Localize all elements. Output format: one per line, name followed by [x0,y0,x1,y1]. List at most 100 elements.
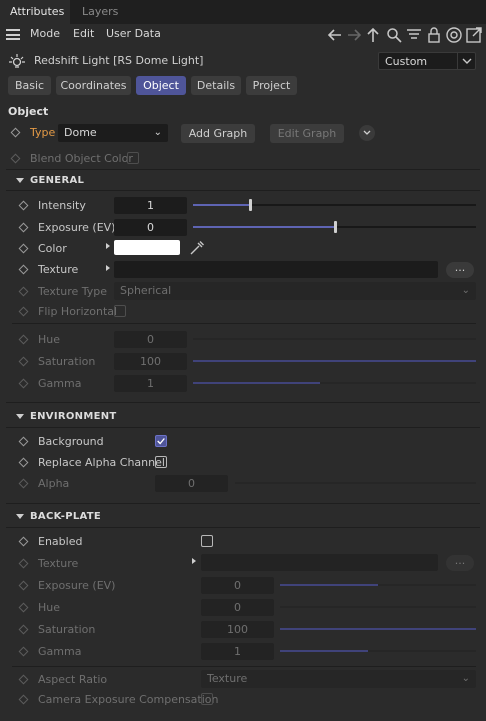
bp-exposure-field[interactable]: 0 [201,577,274,594]
bp-saturation-label: Saturation [38,623,96,636]
target-icon[interactable] [445,26,463,44]
alpha-label: Alpha [38,477,70,490]
keyframe-diamond-icon[interactable] [18,694,29,705]
edit-graph-button[interactable]: Edit Graph [270,124,344,143]
arrow-right-icon[interactable] [345,26,363,44]
keyframe-diamond-icon[interactable] [18,334,29,345]
exposure-slider[interactable] [193,221,476,233]
keyframe-diamond-icon[interactable] [18,222,29,233]
keyframe-diamond-icon[interactable] [10,153,21,164]
hue-slider[interactable] [193,338,476,340]
keyframe-diamond-icon[interactable] [18,624,29,635]
saturation-field[interactable]: 100 [114,353,187,370]
divider [6,427,480,428]
graph-options-button[interactable] [359,125,375,141]
keyframe-diamond-icon[interactable] [10,127,21,138]
blend-object-color-checkbox[interactable] [127,152,139,164]
replace-alpha-checkbox[interactable] [155,456,167,468]
slider-handle[interactable] [333,221,337,233]
background-label: Background [38,435,104,448]
hamburger-icon[interactable] [6,29,20,40]
hue-field[interactable]: 0 [114,331,187,348]
expand-arrow-icon[interactable] [106,265,110,271]
new-window-icon[interactable] [465,26,483,44]
lock-icon[interactable] [425,26,443,44]
type-value: Dome [64,126,97,139]
section-object-heading: Object [8,105,49,118]
camera-exposure-comp-checkbox[interactable] [201,693,213,705]
bp-gamma-field[interactable]: 1 [201,643,274,660]
bp-saturation-field[interactable]: 100 [201,621,274,638]
bp-gamma-label: Gamma [38,645,82,658]
keyframe-diamond-icon[interactable] [18,356,29,367]
alpha-field[interactable]: 0 [155,475,228,492]
menu-user-data[interactable]: User Data [106,27,161,40]
eyedropper-icon[interactable] [188,239,206,257]
chevron-down-icon: ⌄ [153,127,162,138]
enabled-checkbox[interactable] [201,535,213,547]
alpha-slider[interactable] [235,482,476,484]
keyframe-diamond-icon[interactable] [18,457,29,468]
arrow-left-icon[interactable] [326,26,344,44]
background-checkbox[interactable] [155,435,167,447]
collapse-triangle-icon[interactable] [16,414,24,419]
bp-gamma-slider[interactable] [280,650,476,652]
keyframe-diamond-icon[interactable] [18,264,29,275]
bp-saturation-slider[interactable] [280,628,476,630]
preset-dropdown[interactable]: Custom [378,52,476,70]
search-icon[interactable] [385,26,403,44]
keyframe-diamond-icon[interactable] [18,378,29,389]
type-dropdown[interactable]: Dome ⌄ [58,124,168,142]
keyframe-diamond-icon[interactable] [18,243,29,254]
divider [6,503,480,504]
slider-handle[interactable] [248,199,252,211]
bp-hue-slider[interactable] [280,606,476,608]
divider [6,527,480,528]
texture-type-dropdown[interactable]: Spherical ⌄ [114,282,476,300]
keyframe-diamond-icon[interactable] [18,306,29,317]
tab-project[interactable]: Project [246,76,297,95]
aspect-ratio-dropdown[interactable]: Texture ⌄ [201,670,476,688]
light-bulb-icon [8,52,26,70]
menu-edit[interactable]: Edit [73,27,94,40]
tab-details[interactable]: Details [191,76,241,95]
arrow-up-icon[interactable] [364,26,382,44]
exposure-field[interactable]: 0 [114,219,187,236]
chevron-down-icon [363,130,371,135]
expand-arrow-icon[interactable] [106,243,110,249]
gamma-field[interactable]: 1 [114,375,187,392]
gamma-slider[interactable] [193,382,476,384]
expand-arrow-icon[interactable] [192,558,196,564]
tab-basic[interactable]: Basic [8,76,51,95]
keyframe-diamond-icon[interactable] [18,558,29,569]
saturation-slider[interactable] [193,360,476,362]
tab-object[interactable]: Object [136,76,186,95]
flip-horizontal-checkbox[interactable] [114,305,126,317]
keyframe-diamond-icon[interactable] [18,478,29,489]
add-graph-button[interactable]: Add Graph [181,124,255,143]
bp-texture-browse-button[interactable]: ... [446,555,474,571]
keyframe-diamond-icon[interactable] [18,646,29,657]
intensity-field[interactable]: 1 [114,197,187,214]
texture-browse-button[interactable]: ... [446,262,474,278]
intensity-slider[interactable] [193,199,476,211]
keyframe-diamond-icon[interactable] [18,602,29,613]
filter-icon[interactable] [405,26,423,44]
keyframe-diamond-icon[interactable] [18,436,29,447]
bp-hue-field[interactable]: 0 [201,599,274,616]
tab-layers[interactable]: Layers [72,0,128,24]
keyframe-diamond-icon[interactable] [18,286,29,297]
color-swatch[interactable] [114,240,180,255]
menu-mode[interactable]: Mode [30,27,60,40]
tab-attributes[interactable]: Attributes [0,0,70,24]
bp-exposure-slider[interactable] [280,584,476,586]
keyframe-diamond-icon[interactable] [18,674,29,685]
keyframe-diamond-icon[interactable] [18,536,29,547]
collapse-triangle-icon[interactable] [16,178,24,183]
collapse-triangle-icon[interactable] [16,514,24,519]
keyframe-diamond-icon[interactable] [18,200,29,211]
keyframe-diamond-icon[interactable] [18,580,29,591]
texture-path-field[interactable] [114,261,438,278]
tab-coordinates[interactable]: Coordinates [56,76,131,95]
bp-texture-path-field[interactable] [201,554,438,571]
